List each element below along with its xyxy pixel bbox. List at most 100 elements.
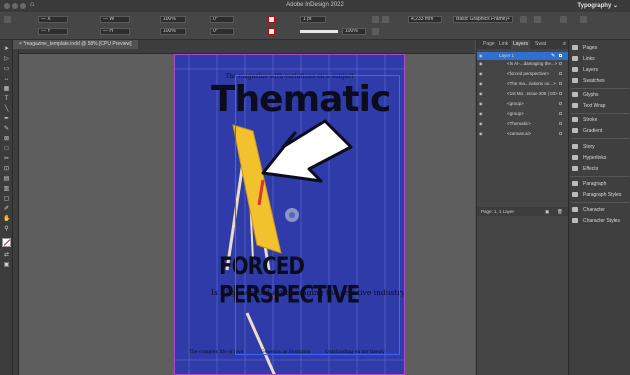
layers-panel: Page Link Layers Swat ≡ ◉ Layer 1 ✎ ◉ <Is… — [476, 40, 569, 375]
selection-square-icon[interactable] — [559, 122, 562, 125]
visibility-eye-icon[interactable]: ◉ — [479, 122, 483, 126]
selection-tool-icon[interactable]: ➤ — [3, 46, 10, 52]
dock-item-swatches[interactable]: Swatches — [572, 77, 605, 85]
shear-field[interactable]: 0° — [210, 28, 234, 35]
content-collector-icon[interactable]: ▦ — [3, 86, 10, 92]
layer-row-item[interactable]: ◉ <1st Mo...Issue 206 | 03> — [477, 90, 569, 98]
layer-row-item[interactable]: ◉ <group> — [477, 110, 569, 118]
dock-item-stroke[interactable]: Stroke — [572, 116, 597, 124]
visibility-eye-icon[interactable]: ◉ — [479, 132, 483, 136]
pen-tool-icon[interactable]: ✒ — [3, 116, 10, 122]
reference-point-icon[interactable] — [4, 16, 11, 23]
quick-apply-icon[interactable] — [520, 16, 527, 23]
fill-stroke-icon[interactable] — [2, 238, 11, 247]
zoom-tool-icon[interactable]: ⚲ — [3, 226, 10, 232]
swap-colors-icon[interactable]: ⇄ — [3, 252, 10, 258]
scale-x-field[interactable]: 100% — [160, 16, 186, 23]
y-field[interactable]: — Y — [38, 28, 68, 35]
note-tool-icon[interactable]: ▢ — [3, 196, 10, 202]
tab-swatches[interactable]: Swat — [533, 40, 548, 49]
rotate-field[interactable]: 0° — [210, 16, 234, 23]
dock-item-links[interactable]: Links — [572, 55, 595, 63]
stroke-swatch-icon[interactable] — [268, 28, 275, 35]
dock-item-paragraph-styles[interactable]: Paragraph Styles — [572, 191, 621, 199]
dock-item-story[interactable]: Story — [572, 143, 595, 151]
selection-square-icon[interactable] — [559, 82, 562, 85]
dock-item-glyphs[interactable]: Glyphs — [572, 91, 599, 99]
selection-frame[interactable] — [235, 75, 400, 355]
object-style-dropdown[interactable]: Basic Graphics Frame]+ — [453, 16, 513, 23]
effects-icon[interactable] — [372, 16, 379, 23]
visibility-eye-icon[interactable]: ◉ — [479, 62, 483, 66]
selection-square-icon[interactable] — [559, 112, 562, 115]
tab-layers[interactable]: Layers — [511, 40, 531, 49]
visibility-eye-icon[interactable]: ◉ — [479, 54, 483, 58]
visibility-eye-icon[interactable]: ◉ — [479, 102, 483, 106]
dock-item-character-styles[interactable]: Character Styles — [572, 217, 620, 225]
fill-swatch-icon[interactable] — [268, 16, 275, 23]
visibility-eye-icon[interactable]: ◉ — [479, 112, 483, 116]
frame-fitting-icon[interactable] — [560, 16, 567, 23]
rectangle-tool-icon[interactable]: □ — [3, 146, 10, 152]
hand-tool-icon[interactable]: ✋ — [3, 216, 10, 222]
selection-square-icon[interactable] — [559, 92, 562, 95]
fitting-icon[interactable] — [372, 28, 379, 35]
dock-item-pages[interactable]: Pages — [572, 44, 597, 52]
type-tool-icon[interactable]: T — [3, 96, 10, 102]
direct-selection-tool-icon[interactable]: ▷ — [3, 56, 10, 62]
scale-y-field[interactable]: 100% — [160, 28, 186, 35]
layer-row-item[interactable]: ◉ <canvas.ai> — [477, 130, 569, 138]
dock-item-paragraph[interactable]: Paragraph — [572, 180, 606, 188]
magazine-page[interactable]: The magazine with variations on a subjec… — [174, 54, 405, 375]
tab-pages[interactable]: Page — [481, 40, 497, 49]
gradient-feather-tool-icon[interactable]: ▥ — [3, 186, 10, 192]
layer-row-item[interactable]: ◉ <group> — [477, 100, 569, 108]
w-field[interactable]: — W — [100, 16, 130, 23]
eyedropper-tool-icon[interactable]: ✐ — [3, 206, 10, 212]
scissors-tool-icon[interactable]: ✂ — [3, 156, 10, 162]
free-transform-tool-icon[interactable]: ⊡ — [3, 166, 10, 172]
offset-field[interactable]: 4,233 mm — [408, 16, 442, 23]
layer-row-item[interactable]: ◉ <The ma...riations on...> — [477, 80, 569, 88]
document-tab[interactable]: × *magazine_template.indd @ 58% [CPU Pre… — [13, 40, 138, 49]
visibility-eye-icon[interactable]: ◉ — [479, 92, 483, 96]
gradient-tool-icon[interactable]: ▤ — [3, 176, 10, 182]
pencil-tool-icon[interactable]: ✎ — [3, 126, 10, 132]
wrap-icon[interactable] — [534, 16, 541, 23]
edit-pencil-icon[interactable]: ✎ — [551, 52, 555, 60]
new-layer-icon[interactable]: ▣ — [545, 207, 549, 216]
dock-item-character[interactable]: Character — [572, 206, 605, 214]
visibility-eye-icon[interactable]: ◉ — [479, 82, 483, 86]
layer-row-layer-1[interactable]: ◉ Layer 1 ✎ — [477, 52, 569, 60]
panel-menu-icon[interactable] — [580, 16, 587, 23]
dock-item-gradient[interactable]: Gradient — [572, 127, 602, 135]
layer-row-item[interactable]: ◉ <Thematic> — [477, 120, 569, 128]
opacity-field[interactable]: 100% — [342, 28, 366, 35]
screen-mode-icon[interactable]: ▣ — [3, 262, 10, 268]
selection-square-icon[interactable] — [559, 54, 562, 57]
x-field[interactable]: — X — [38, 16, 68, 23]
layer-row-item[interactable]: ◉ <forced perspective> — [477, 70, 569, 78]
stroke-type-preview[interactable] — [300, 30, 338, 33]
drop-shadow-icon[interactable] — [382, 16, 389, 23]
visibility-eye-icon[interactable]: ◉ — [479, 72, 483, 76]
line-tool-icon[interactable]: ╲ — [3, 106, 10, 112]
h-field[interactable]: — H — [100, 28, 130, 35]
delete-layer-icon[interactable]: 🗑 — [557, 207, 563, 216]
page-tool-icon[interactable]: ▭ — [3, 66, 10, 72]
workspace-switcher[interactable]: Typography ⌄ — [577, 2, 618, 9]
gap-tool-icon[interactable]: ↔ — [3, 76, 10, 82]
selection-square-icon[interactable] — [559, 72, 562, 75]
tab-links[interactable]: Link — [497, 40, 510, 49]
selection-square-icon[interactable] — [559, 132, 562, 135]
dock-item-text-wrap[interactable]: Text Wrap — [572, 102, 605, 110]
stroke-weight-field[interactable]: 1 pt — [300, 16, 326, 23]
dock-item-effects[interactable]: Effects — [572, 165, 598, 173]
panel-menu-icon[interactable]: ≡ — [563, 41, 566, 47]
rectangle-frame-tool-icon[interactable]: ⊠ — [3, 136, 10, 142]
selection-square-icon[interactable] — [559, 62, 562, 65]
selection-square-icon[interactable] — [559, 102, 562, 105]
layer-row-item[interactable]: ◉ <Is AI-...damaging the...> — [477, 60, 569, 68]
dock-item-layers[interactable]: Layers — [572, 66, 598, 74]
dock-item-hyperlinks[interactable]: Hyperlinks — [572, 154, 606, 162]
